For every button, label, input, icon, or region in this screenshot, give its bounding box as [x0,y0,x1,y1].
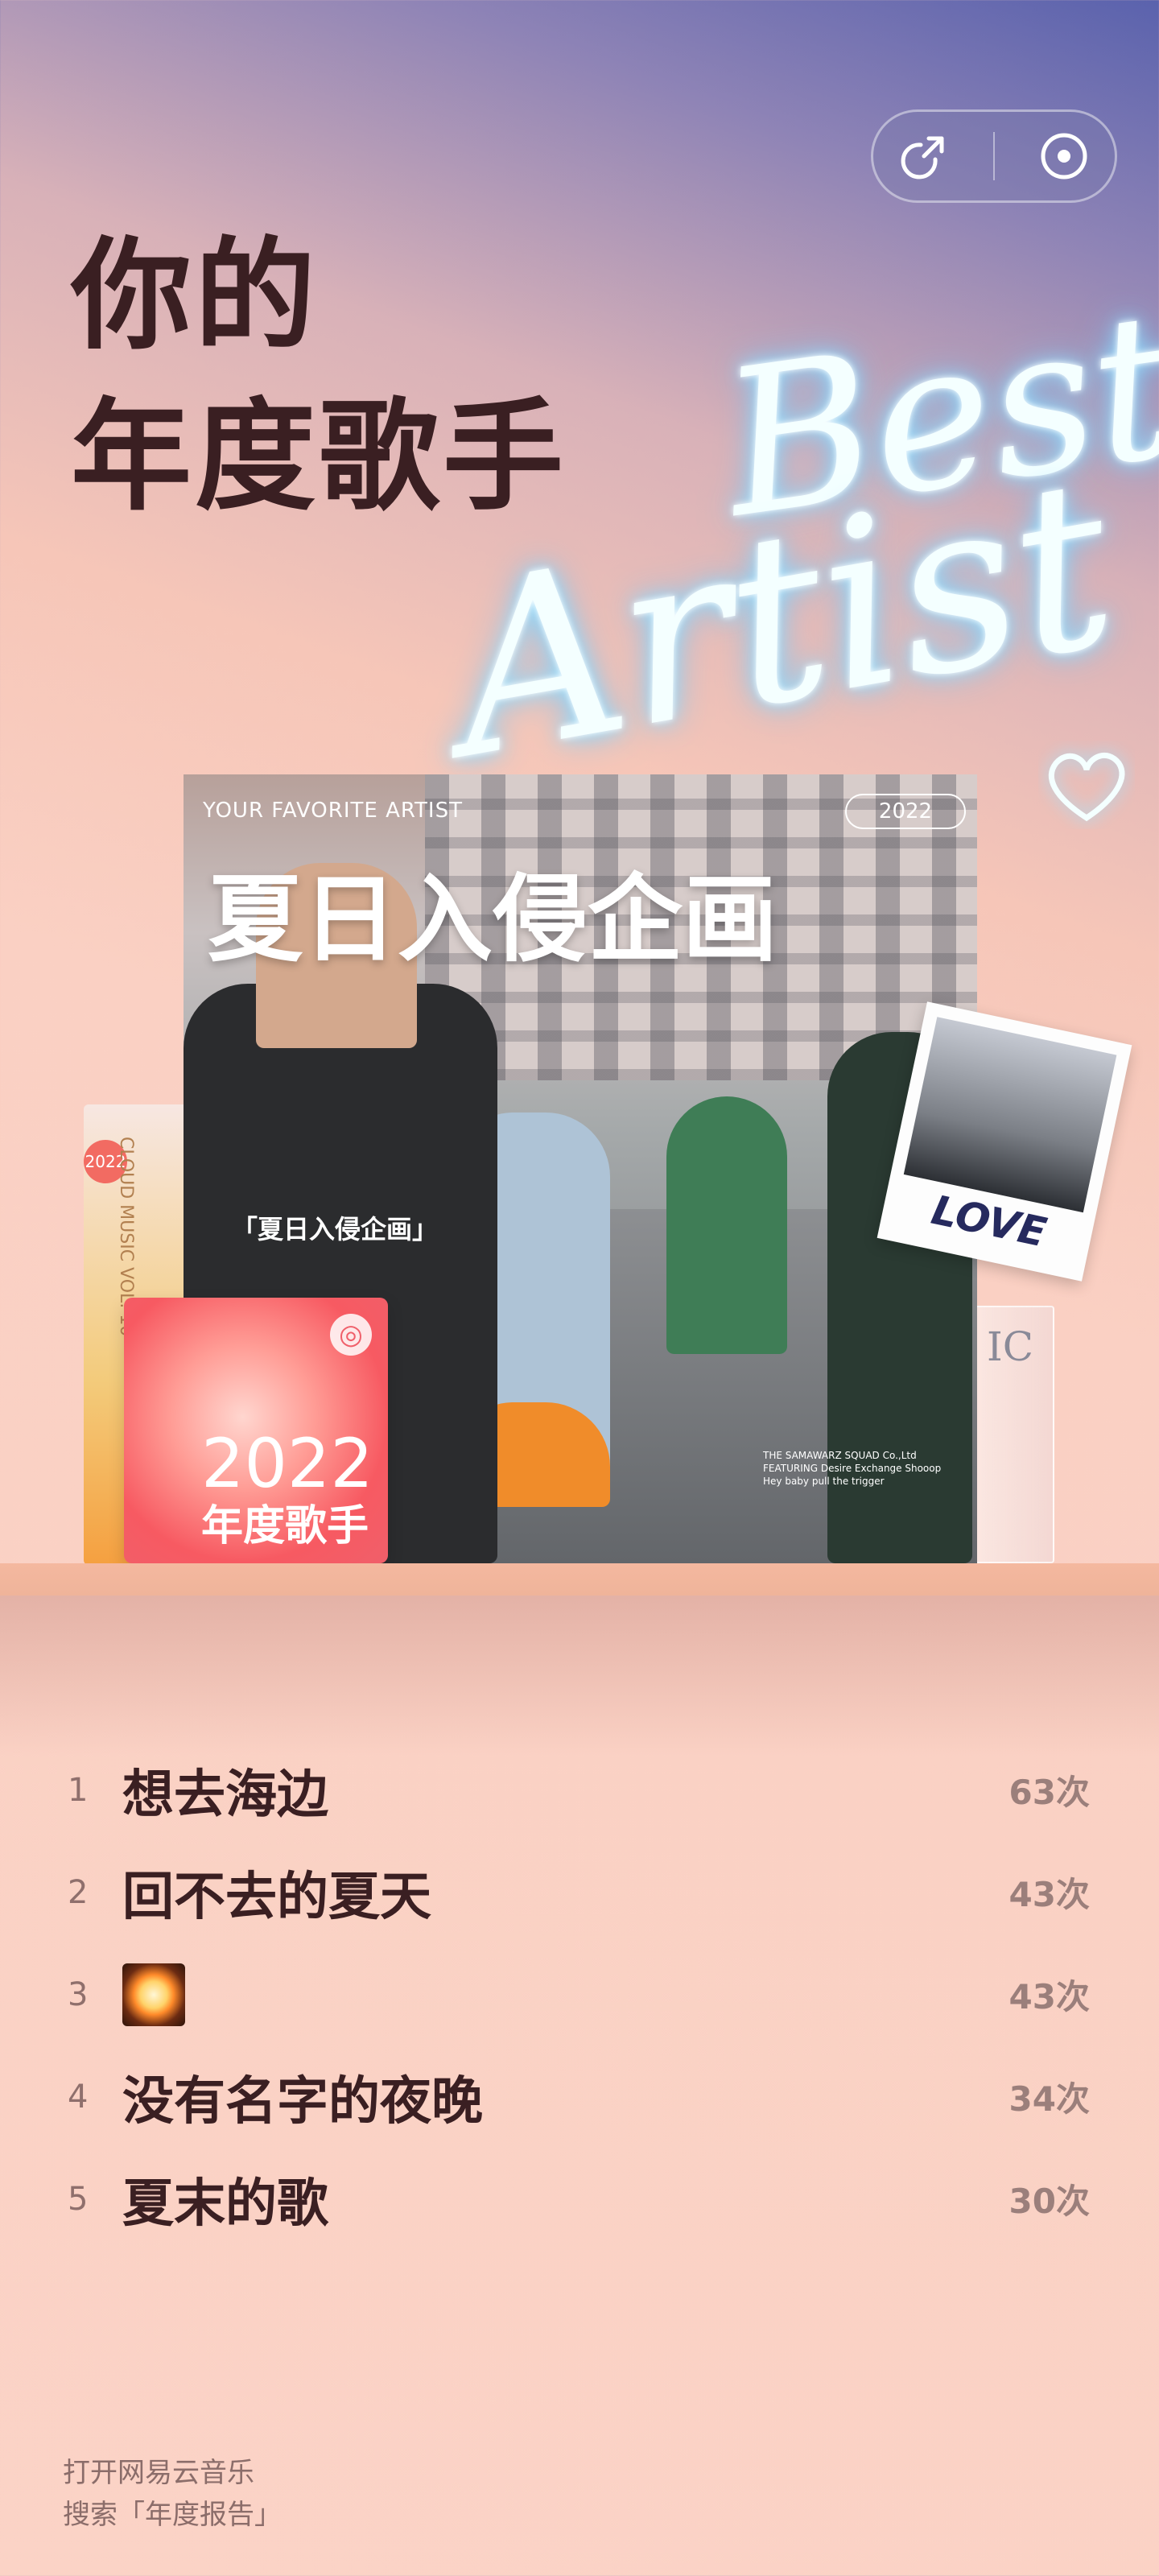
badge-label: 年度歌手 [201,1502,369,1550]
top-songs-list: 1 想去海边 63次 2 回不去的夏天 43次 3 43次 4 没有名字的夜晚 … [68,1739,1090,2250]
song-rank: 5 [68,2180,89,2218]
record-icon [1041,133,1087,180]
song-rank: 3 [68,1975,89,2013]
list-item[interactable]: 2 回不去的夏天 43次 [68,1841,1090,1943]
play-count: 30次 [1008,2182,1090,2221]
song-rank: 4 [68,2078,89,2116]
song-title: 没有名字的夜晚 [122,2071,483,2132]
list-item[interactable]: 1 想去海边 63次 [68,1739,1090,1841]
share-button[interactable] [892,124,956,188]
shelf-shadow [0,1596,1159,1757]
play-count: 43次 [1008,1977,1090,2017]
badge-year: 2022 [201,1424,373,1503]
song-title: 想去海边 [122,1765,328,1825]
right-case-text: IC [987,1323,1034,1370]
list-item[interactable]: 4 没有名字的夜晚 34次 [68,2046,1090,2148]
footer-hint: 打开网易云音乐 搜索「年度报告」 [63,2452,282,2536]
share-icon [901,136,944,180]
cover-shirt-text: 「夏日入侵企画」 [232,1214,439,1245]
action-capsule [871,109,1117,203]
list-item[interactable]: 3 43次 [68,1943,1090,2046]
play-count: 63次 [1008,1773,1090,1812]
page-title-line1: 你的 [71,226,320,366]
page-title: 你的 年度歌手 [71,216,567,538]
year-badge-card: ◎ 2022 年度歌手 [124,1298,388,1563]
song-title-emoji [122,1963,1009,2027]
footer-line1: 打开网易云音乐 [63,2457,254,2489]
cover-fine-print: THE SAMAWARZ SQUAD Co.,Ltd FEATURING Des… [763,1450,942,1487]
firework-icon [122,1963,185,2027]
netease-logo-icon: ◎ [330,1314,372,1356]
song-title: 回不去的夏天 [122,1867,431,1927]
song-rank: 1 [68,1771,89,1809]
page-title-line2: 年度歌手 [71,387,567,527]
play-count: 43次 [1008,1875,1090,1914]
play-count: 34次 [1008,2079,1090,2119]
cover-year-pill: 2022 [845,794,966,829]
list-item[interactable]: 5 夏末的歌 30次 [68,2148,1090,2250]
cover-person-3 [666,1096,787,1354]
record-button[interactable] [1032,124,1096,188]
song-rank: 2 [68,1873,89,1911]
cover-tagline: YOUR FAVORITE ARTIST [203,799,463,823]
shelf [0,1563,1159,1596]
capsule-divider [993,132,995,180]
album-title: 夏日入侵企画 [208,864,778,975]
polaroid-photo [903,1017,1117,1213]
song-title: 夏末的歌 [122,2174,328,2234]
footer-line2: 搜索「年度报告」 [63,2499,282,2531]
neon-heart-icon [1048,752,1125,822]
